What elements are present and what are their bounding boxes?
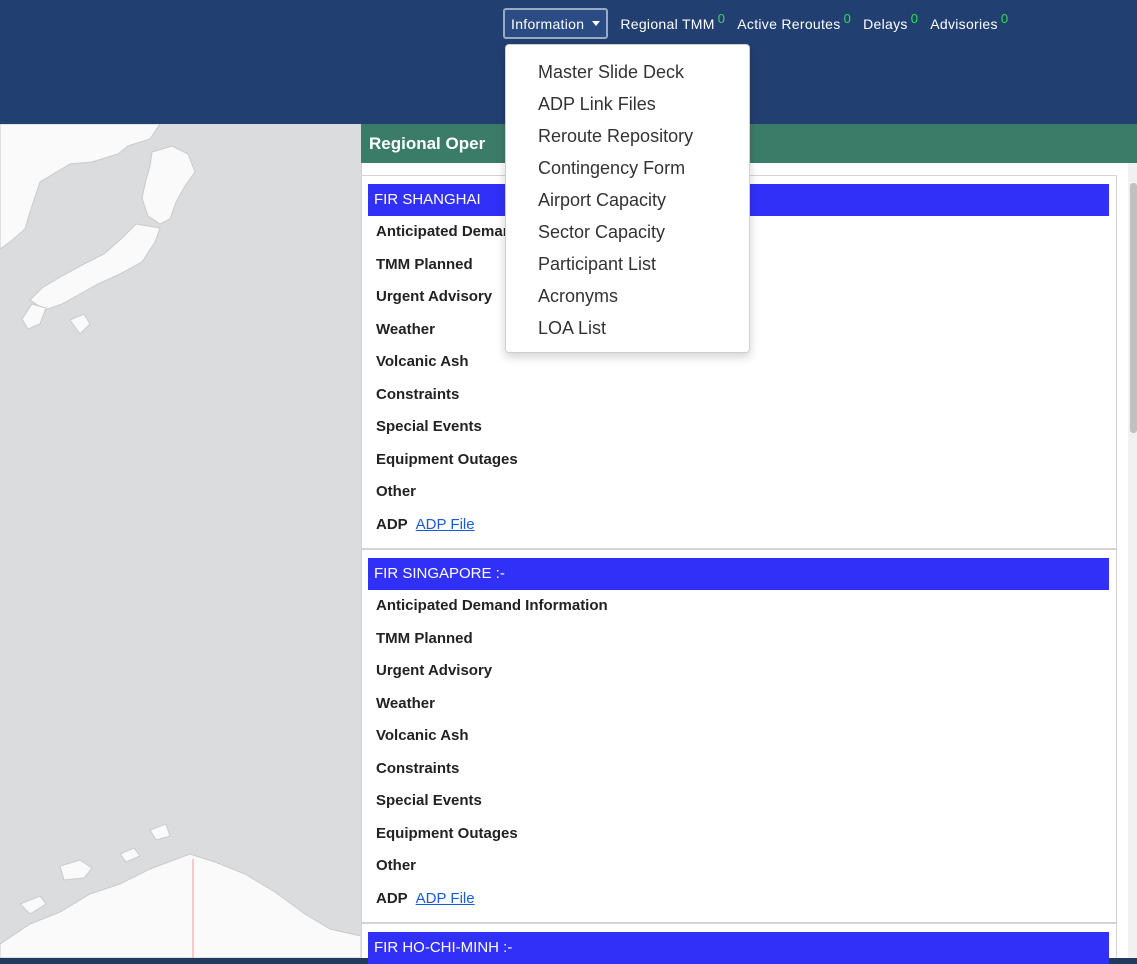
nav-link-delays[interactable]: Delays 0	[863, 11, 918, 32]
menu-item-contingency-form[interactable]: Contingency Form	[506, 155, 749, 187]
fir-row: Equipment Outages	[376, 824, 518, 842]
fir-row: Other	[376, 857, 417, 874]
fir-row: Constraints	[376, 385, 460, 403]
menu-item-participant-list[interactable]: Participant List	[506, 251, 749, 283]
panel-scrollbar-thumb[interactable]	[1130, 183, 1137, 433]
fir-row: Anticipated Demand Information	[376, 597, 608, 614]
map-view[interactable]	[0, 124, 361, 958]
menu-item-loa-list[interactable]: LOA List	[506, 315, 749, 347]
information-dropdown-button[interactable]: Information	[503, 8, 609, 39]
fir-row-adp: ADP ADP File	[362, 509, 1116, 542]
menu-item-reroute-repository[interactable]: Reroute Repository	[506, 123, 749, 155]
fir-row: Special Events	[376, 418, 482, 435]
fir-row-adp: ADP ADP File	[362, 883, 1116, 916]
nav-link-active-reroutes[interactable]: Active Reroutes 0	[737, 11, 851, 32]
count-badge: 0	[717, 10, 726, 26]
adp-label: ADP	[376, 515, 408, 533]
menu-item-adp-link-files[interactable]: ADP Link Files	[506, 91, 749, 123]
adp-file-link[interactable]: ADP File	[416, 890, 475, 907]
menu-item-acronyms[interactable]: Acronyms	[506, 283, 749, 315]
nav-link-advisories[interactable]: Advisories 0	[930, 11, 1008, 32]
count-badge: 0	[843, 10, 852, 26]
fir-title[interactable]: FIR HO-CHI-MINH :-	[368, 932, 1109, 964]
nav-bar: Information Regional TMM 0 Active Reroute…	[503, 6, 1008, 41]
fir-row: Weather	[376, 694, 435, 712]
nav-link-regional-tmm[interactable]: Regional TMM 0	[620, 11, 725, 32]
fir-row: TMM Planned	[376, 629, 473, 647]
menu-item-sector-capacity[interactable]: Sector Capacity	[506, 219, 749, 251]
fir-row: Equipment Outages	[376, 450, 518, 468]
caret-down-icon	[592, 21, 601, 26]
count-badge: 0	[1000, 10, 1009, 26]
adp-file-link[interactable]: ADP File	[416, 516, 475, 533]
count-badge: 0	[910, 10, 919, 26]
menu-item-airport-capacity[interactable]: Airport Capacity	[506, 187, 749, 219]
fir-card-ho-chi-minh: FIR HO-CHI-MINH :-	[361, 923, 1117, 964]
menu-item-master-slide-deck[interactable]: Master Slide Deck	[506, 59, 749, 91]
fir-row: Special Events	[376, 792, 482, 809]
fir-row: Constraints	[376, 759, 460, 777]
adp-label: ADP	[376, 889, 408, 907]
fir-row: Volcanic Ash	[376, 727, 469, 744]
fir-title[interactable]: FIR SINGAPORE :-	[368, 558, 1109, 590]
fir-card-singapore: FIR SINGAPORE :- Anticipated Demand Info…	[361, 549, 1117, 923]
fir-row: Other	[376, 483, 417, 500]
map-land-shapes	[0, 124, 361, 958]
information-dropdown-menu: Master Slide Deck ADP Link Files Reroute…	[505, 44, 750, 353]
information-dropdown-label: Information	[511, 15, 585, 32]
fir-row: Urgent Advisory	[376, 662, 493, 679]
